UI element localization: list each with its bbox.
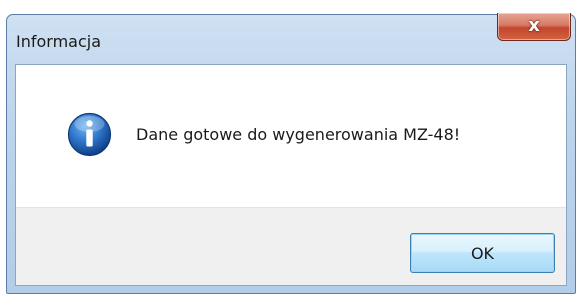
ok-button[interactable]: OK <box>410 233 555 273</box>
button-bar: OK <box>16 207 566 285</box>
message-area: Dane gotowe do wygenerowania MZ-48! <box>16 65 566 207</box>
information-icon <box>67 112 112 157</box>
close-button[interactable]: x <box>497 13 571 41</box>
dialog-window: Informacja x Dane gotowe do wygenerowani… <box>6 13 576 294</box>
window-title: Informacja <box>16 32 102 51</box>
close-icon: x <box>528 15 540 36</box>
dialog-client-area: Dane gotowe do wygenerowania MZ-48! OK <box>15 64 567 286</box>
title-bar[interactable]: Informacja x <box>7 13 575 63</box>
message-text: Dane gotowe do wygenerowania MZ-48! <box>136 125 461 144</box>
